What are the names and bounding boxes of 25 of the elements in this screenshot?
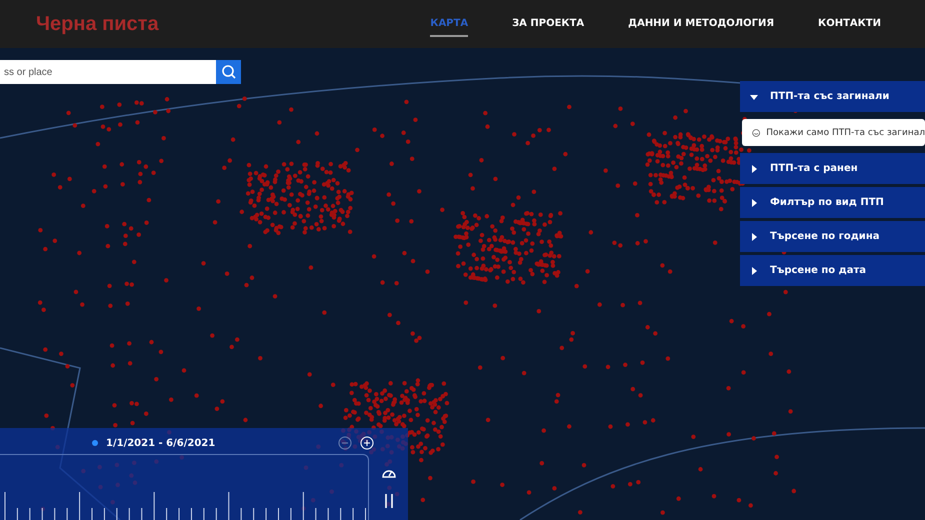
caret-icon: [750, 92, 758, 100]
toggle-icon: [752, 126, 760, 138]
filter-accordion-header[interactable]: Търсене по година: [740, 221, 925, 252]
filter-accordion-header[interactable]: ПТП-та със загинали: [740, 81, 925, 112]
nav-link[interactable]: ДАННИ И МЕТОДОЛОГИЯ: [628, 12, 774, 36]
nav-link[interactable]: КОНТАКТИ: [818, 12, 881, 36]
filter-accordion-header[interactable]: Филтър по вид ПТП: [740, 187, 925, 218]
caret-icon: [750, 198, 758, 206]
caret-icon: [750, 232, 758, 240]
date-range: 1/1/2021 - 6/6/2021: [106, 438, 216, 448]
caret-icon: [750, 266, 758, 274]
filter-accordion-header[interactable]: Търсене по дата: [740, 255, 925, 286]
pause-icon[interactable]: [384, 494, 392, 508]
search-button[interactable]: [216, 60, 241, 84]
map-background[interactable]: ss or place ПТП-та със загинали Покажи само ПТП-та със загинал ПТП-та с ранен Филтър по вид ПТП Търсене по година Търсене по дата 1/1/2021 - 6/6/2021: [0, 48, 925, 520]
range-dot-icon: [92, 440, 98, 446]
search-icon: [220, 64, 236, 80]
caret-icon: [750, 164, 758, 172]
filter-option[interactable]: Покажи само ПТП-та със загинал: [742, 119, 925, 146]
search-field[interactable]: ss or place: [0, 60, 216, 84]
nav-link[interactable]: ЗА ПРОЕКТА: [512, 12, 584, 36]
zoom-out-icon[interactable]: [338, 436, 352, 450]
zoom-in-icon[interactable]: [360, 436, 374, 450]
filter-accordion-header[interactable]: ПТП-та с ранен: [740, 153, 925, 184]
timeline-track[interactable]: [0, 454, 369, 520]
